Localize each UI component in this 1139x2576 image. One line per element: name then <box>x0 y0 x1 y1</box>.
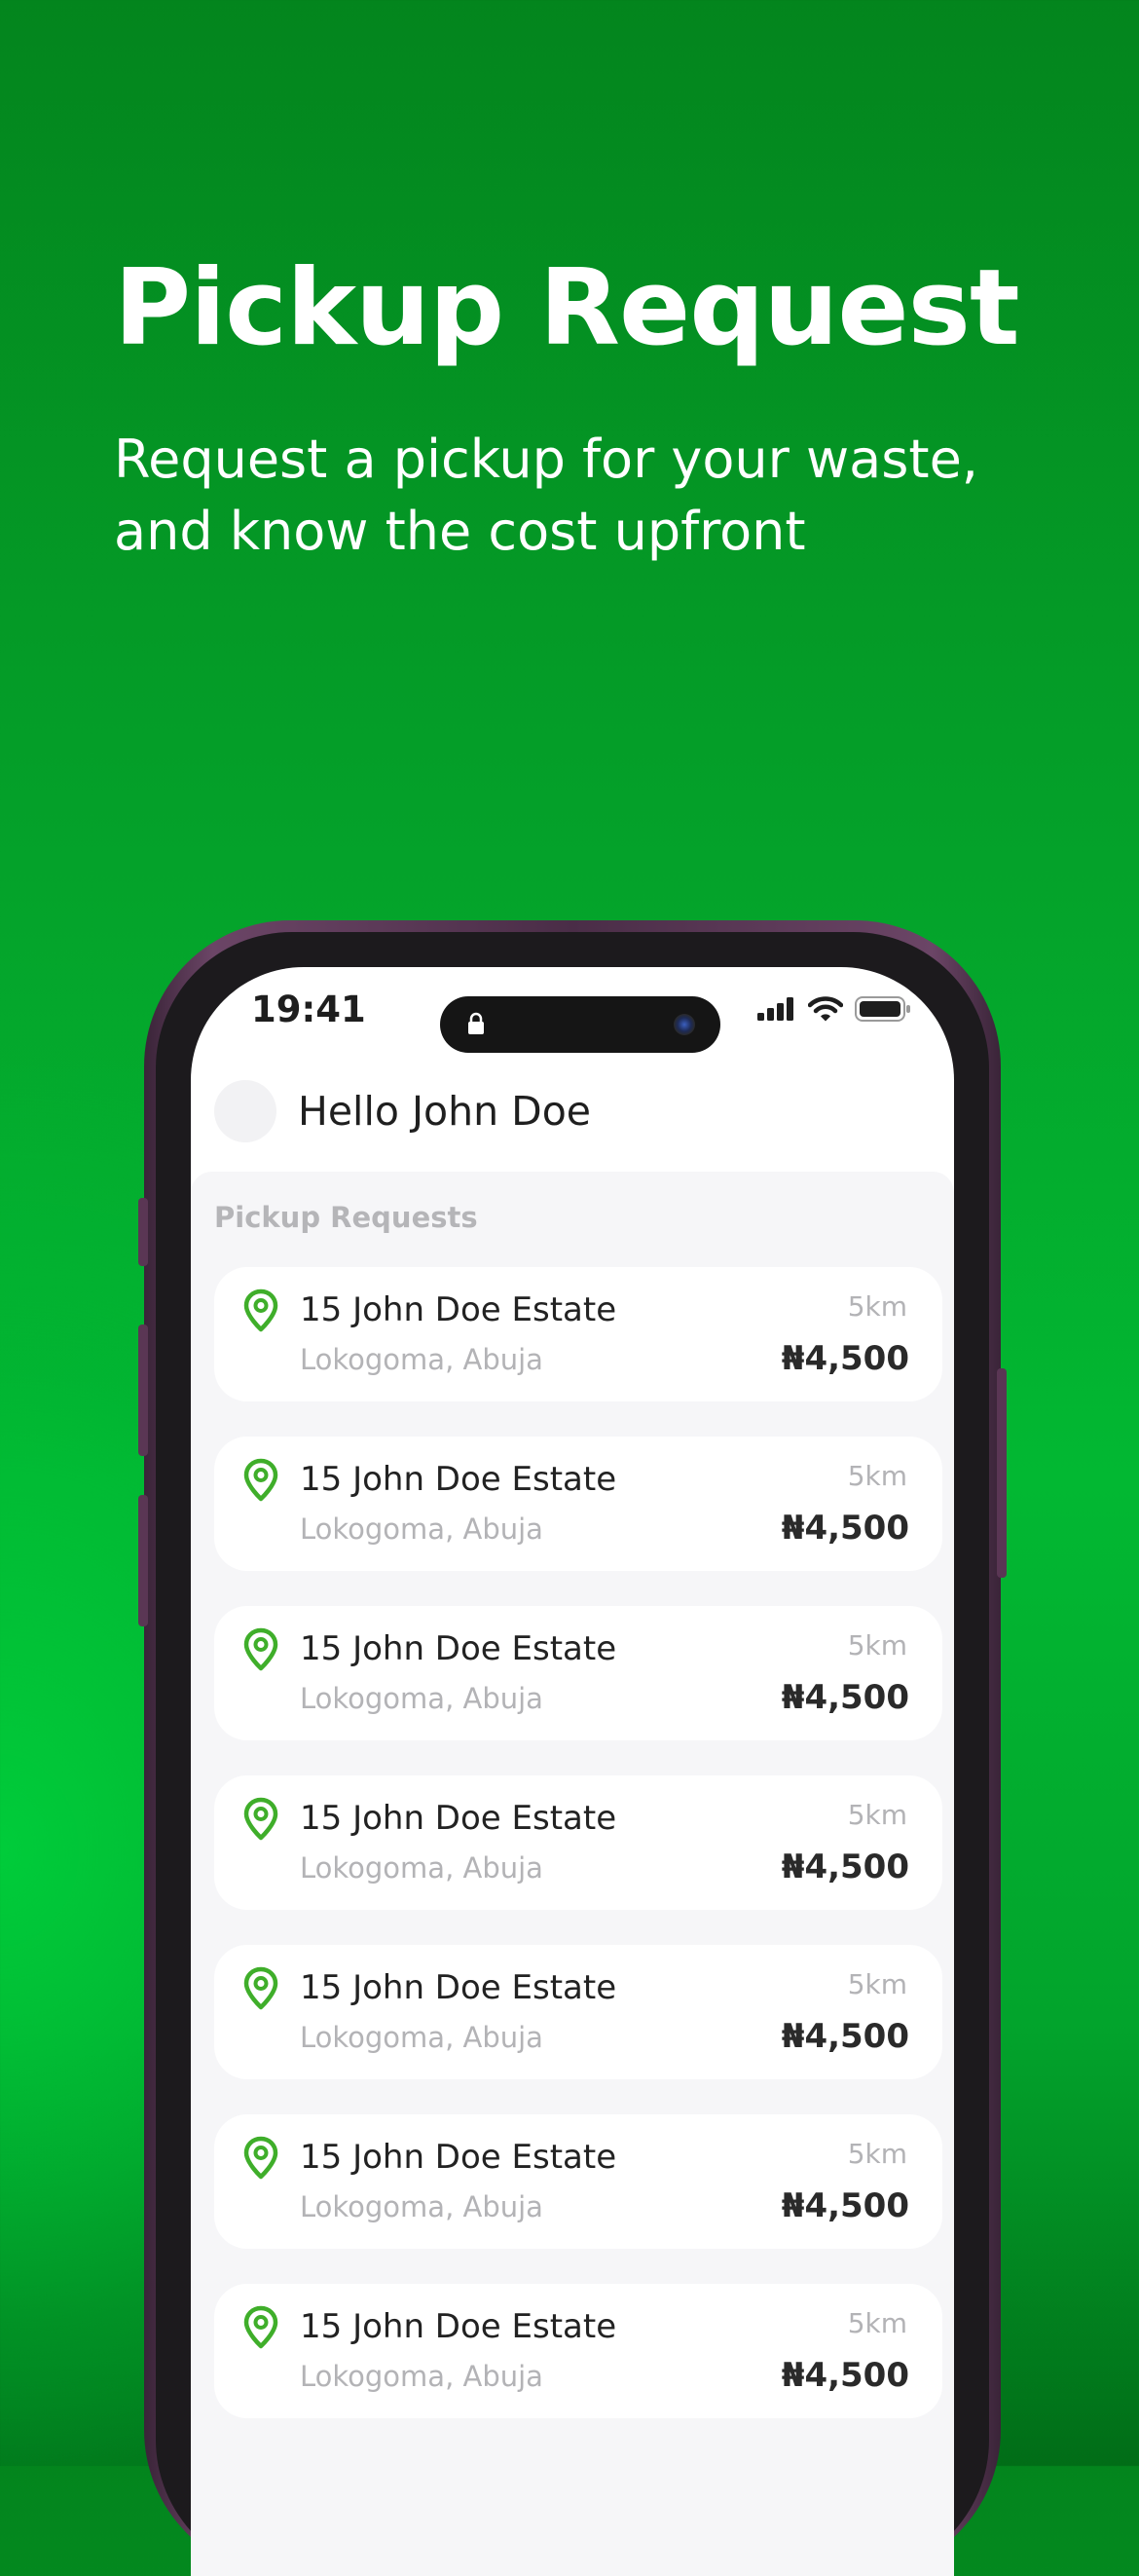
request-distance: 5km <box>847 1968 907 2000</box>
pickup-request-card[interactable]: 15 John Doe Estate Lokogoma, Abuja 5km ₦… <box>214 1775 942 1910</box>
request-location: Lokogoma, Abuja <box>300 2021 543 2054</box>
location-pin-icon <box>243 1966 278 2015</box>
status-bar: 19:41 <box>191 967 954 1055</box>
request-location: Lokogoma, Abuja <box>300 1512 543 1546</box>
request-distance: 5km <box>847 1460 907 1492</box>
hero-title: Pickup Request <box>114 247 1020 369</box>
request-distance: 5km <box>847 1799 907 1831</box>
request-location: Lokogoma, Abuja <box>300 1851 543 1885</box>
phone-volume-down-button <box>138 1495 148 1626</box>
phone-power-button <box>997 1368 1007 1578</box>
request-distance: 5km <box>847 1290 907 1323</box>
greeting-row: Hello John Doe <box>214 1079 591 1143</box>
request-location: Lokogoma, Abuja <box>300 2190 543 2223</box>
location-pin-icon <box>243 2305 278 2354</box>
pickup-request-list: 15 John Doe Estate Lokogoma, Abuja 5km ₦… <box>214 1267 942 2453</box>
request-price: ₦4,500 <box>781 2356 909 2395</box>
content-area: Pickup Requests 15 John Doe Estate Lokog… <box>191 1172 954 2576</box>
battery-icon <box>855 996 911 1026</box>
avatar[interactable] <box>214 1080 276 1142</box>
request-price: ₦4,500 <box>781 1339 909 1378</box>
pickup-request-card[interactable]: 15 John Doe Estate Lokogoma, Abuja 5km ₦… <box>214 1606 942 1740</box>
request-distance: 5km <box>847 2307 907 2339</box>
request-price: ₦4,500 <box>781 1848 909 1886</box>
request-price: ₦4,500 <box>781 1509 909 1548</box>
request-location: Lokogoma, Abuja <box>300 2360 543 2393</box>
request-address: 15 John Doe Estate <box>300 1290 617 1329</box>
request-address: 15 John Doe Estate <box>300 1799 617 1838</box>
hero-subtitle: Request a pickup for your waste, and kno… <box>114 429 978 562</box>
status-icons <box>757 996 911 1026</box>
location-pin-icon <box>243 2136 278 2184</box>
location-pin-icon <box>243 1458 278 1507</box>
phone-screen: 19:41 Hello John Doe Pickup Requests 15 … <box>191 967 954 2576</box>
request-location: Lokogoma, Abuja <box>300 1682 543 1715</box>
pickup-request-card[interactable]: 15 John Doe Estate Lokogoma, Abuja 5km ₦… <box>214 1267 942 1401</box>
phone-bezel: 19:41 Hello John Doe Pickup Requests 15 … <box>156 932 989 2576</box>
phone-mockup: 19:41 Hello John Doe Pickup Requests 15 … <box>138 920 1007 2576</box>
location-pin-icon <box>243 1288 278 1337</box>
phone-side-button <box>138 1198 148 1266</box>
camera-icon <box>674 1014 695 1035</box>
request-price: ₦4,500 <box>781 2017 909 2056</box>
pickup-request-card[interactable]: 15 John Doe Estate Lokogoma, Abuja 5km ₦… <box>214 1437 942 1571</box>
location-pin-icon <box>243 1627 278 1676</box>
phone-volume-up-button <box>138 1325 148 1456</box>
request-address: 15 John Doe Estate <box>300 1460 617 1499</box>
dynamic-island <box>440 996 720 1053</box>
section-title: Pickup Requests <box>214 1201 478 1234</box>
lock-icon <box>467 1012 485 1039</box>
request-location: Lokogoma, Abuja <box>300 1343 543 1376</box>
request-address: 15 John Doe Estate <box>300 1968 617 2007</box>
pickup-request-card[interactable]: 15 John Doe Estate Lokogoma, Abuja 5km ₦… <box>214 2284 942 2418</box>
request-distance: 5km <box>847 1629 907 1661</box>
request-price: ₦4,500 <box>781 1678 909 1717</box>
pickup-request-card[interactable]: 15 John Doe Estate Lokogoma, Abuja 5km ₦… <box>214 1945 942 2079</box>
request-distance: 5km <box>847 2138 907 2170</box>
request-price: ₦4,500 <box>781 2186 909 2225</box>
location-pin-icon <box>243 1797 278 1846</box>
signal-icon <box>757 997 796 1025</box>
request-address: 15 John Doe Estate <box>300 1629 617 1668</box>
status-time: 19:41 <box>251 989 366 1030</box>
request-address: 15 John Doe Estate <box>300 2138 617 2177</box>
request-address: 15 John Doe Estate <box>300 2307 617 2346</box>
greeting-text: Hello John Doe <box>298 1088 592 1135</box>
wifi-icon <box>807 996 844 1026</box>
pickup-request-card[interactable]: 15 John Doe Estate Lokogoma, Abuja 5km ₦… <box>214 2114 942 2249</box>
